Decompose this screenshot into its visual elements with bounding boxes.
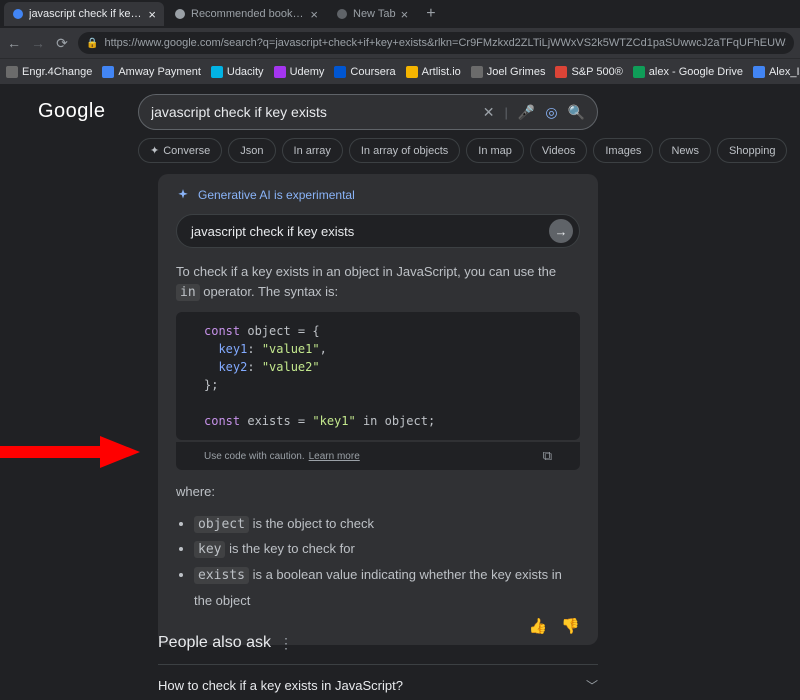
bookmark-icon <box>555 66 567 78</box>
thumbs-down-icon[interactable]: 👎 <box>561 617 580 635</box>
bookmark[interactable]: alex - Google Drive <box>633 66 743 78</box>
list-item: exists is a boolean value indicating whe… <box>194 563 580 613</box>
ai-header: Generative AI is experimental <box>176 188 580 202</box>
reload-button[interactable]: ⟳ <box>54 35 70 52</box>
url-text: https://www.google.com/search?q=javascri… <box>104 37 786 49</box>
lock-icon: 🔒 <box>86 38 98 49</box>
url-input[interactable]: 🔒 https://www.google.com/search?q=javasc… <box>78 32 794 54</box>
search-box[interactable]: ✕ | 🎤 ◎ 🔍 <box>138 94 598 130</box>
chip-shopping[interactable]: Shopping <box>717 138 788 163</box>
browser-tab[interactable]: javascript check if key exists - Go × <box>4 2 164 26</box>
clear-icon[interactable]: ✕ <box>483 104 495 121</box>
bookmark-icon <box>633 66 645 78</box>
bookmark[interactable]: Amway Payment <box>102 66 201 78</box>
learn-more-link[interactable]: Learn more <box>309 451 360 462</box>
lens-icon[interactable]: ◎ <box>545 104 557 121</box>
favicon-icon <box>336 8 348 20</box>
paa-title: People also ask ⋮ <box>158 634 598 652</box>
page-content: Google ✕ | 🎤 ◎ 🔍 ✦Converse Json In array… <box>0 84 800 700</box>
bookmark[interactable]: Udemy <box>274 66 325 78</box>
bookmark[interactable]: Joel Grimes <box>471 66 546 78</box>
favicon-icon <box>174 8 186 20</box>
browser-address-bar: ← → ⟳ 🔒 https://www.google.com/search?q=… <box>0 28 800 58</box>
submit-arrow-button[interactable]: → <box>549 219 573 243</box>
bookmarks-bar: Engr.4Change Amway Payment Udacity Udemy… <box>0 58 800 84</box>
feedback-buttons: 👍 👎 <box>176 617 580 635</box>
bookmark-icon <box>406 66 418 78</box>
chip-videos[interactable]: Videos <box>530 138 587 163</box>
back-button[interactable]: ← <box>6 35 22 51</box>
search-icon[interactable]: 🔍 <box>568 104 585 121</box>
bookmark[interactable]: S&P 500® <box>555 66 622 78</box>
bookmark-icon <box>334 66 346 78</box>
chip-in-map[interactable]: In map <box>466 138 524 163</box>
close-icon[interactable]: × <box>401 8 409 21</box>
chip-images[interactable]: Images <box>593 138 653 163</box>
browser-tab-bar: javascript check if key exists - Go × Re… <box>0 0 800 28</box>
people-also-ask: People also ask ⋮ How to check if a key … <box>158 634 598 700</box>
tab-title: New Tab <box>353 8 396 20</box>
generative-ai-card: Generative AI is experimental javascript… <box>158 174 598 645</box>
search-input[interactable] <box>151 104 473 120</box>
bookmark-icon <box>211 66 223 78</box>
where-label: where: <box>176 482 580 502</box>
bookmark[interactable]: Artlist.io <box>406 66 461 78</box>
explanation-list: object is the object to check key is the… <box>176 512 580 614</box>
bookmark[interactable]: Coursera <box>334 66 395 78</box>
code-caution: Use code with caution. Learn more ⧉ <box>176 442 580 470</box>
annotation-arrow-icon <box>0 432 140 472</box>
bookmark[interactable]: Udacity <box>211 66 264 78</box>
close-icon[interactable]: × <box>310 8 318 21</box>
code-block: const object = { key1: "value1", key2: "… <box>176 312 580 440</box>
filter-chips: ✦Converse Json In array In array of obje… <box>138 138 787 163</box>
mic-icon[interactable]: 🎤 <box>518 104 535 121</box>
ai-query-box[interactable]: javascript check if key exists → <box>176 214 580 248</box>
chip-news[interactable]: News <box>659 138 711 163</box>
ai-query-text: javascript check if key exists <box>191 224 549 239</box>
chip-in-array[interactable]: In array <box>282 138 343 163</box>
list-item: object is the object to check <box>194 512 580 538</box>
bookmark[interactable]: Engr.4Change <box>6 66 92 78</box>
tab-title: Recommended books for brand <box>191 8 305 20</box>
chip-json[interactable]: Json <box>228 138 275 163</box>
forward-button[interactable]: → <box>30 35 46 51</box>
browser-tab[interactable]: Recommended books for brand × <box>166 2 326 26</box>
bookmark-icon <box>274 66 286 78</box>
bookmark-icon <box>6 66 18 78</box>
list-item: key is the key to check for <box>194 537 580 563</box>
thumbs-up-icon[interactable]: 👍 <box>529 617 548 635</box>
bookmark-icon <box>102 66 114 78</box>
bookmark-icon <box>753 66 765 78</box>
bookmark[interactable]: Alex_Isiani - Google... <box>753 66 800 78</box>
converse-icon: ✦ <box>150 144 159 157</box>
chip-in-array-objects[interactable]: In array of objects <box>349 138 460 163</box>
chip-converse[interactable]: ✦Converse <box>138 138 222 163</box>
copy-icon[interactable]: ⧉ <box>543 448 552 464</box>
google-logo[interactable]: Google <box>38 100 106 123</box>
bookmark-icon <box>471 66 483 78</box>
ai-answer-text: To check if a key exists in an object in… <box>176 262 580 302</box>
chevron-down-icon: ﹀ <box>586 677 598 694</box>
close-icon[interactable]: × <box>148 8 156 21</box>
tab-title: javascript check if key exists - Go <box>29 8 143 20</box>
sparkle-icon <box>176 188 190 202</box>
new-tab-button[interactable]: + <box>418 5 443 23</box>
browser-tab[interactable]: New Tab × <box>328 2 416 26</box>
google-favicon-icon <box>12 8 24 20</box>
paa-question[interactable]: How to check if a key exists in JavaScri… <box>158 664 598 700</box>
more-icon[interactable]: ⋮ <box>279 635 293 652</box>
